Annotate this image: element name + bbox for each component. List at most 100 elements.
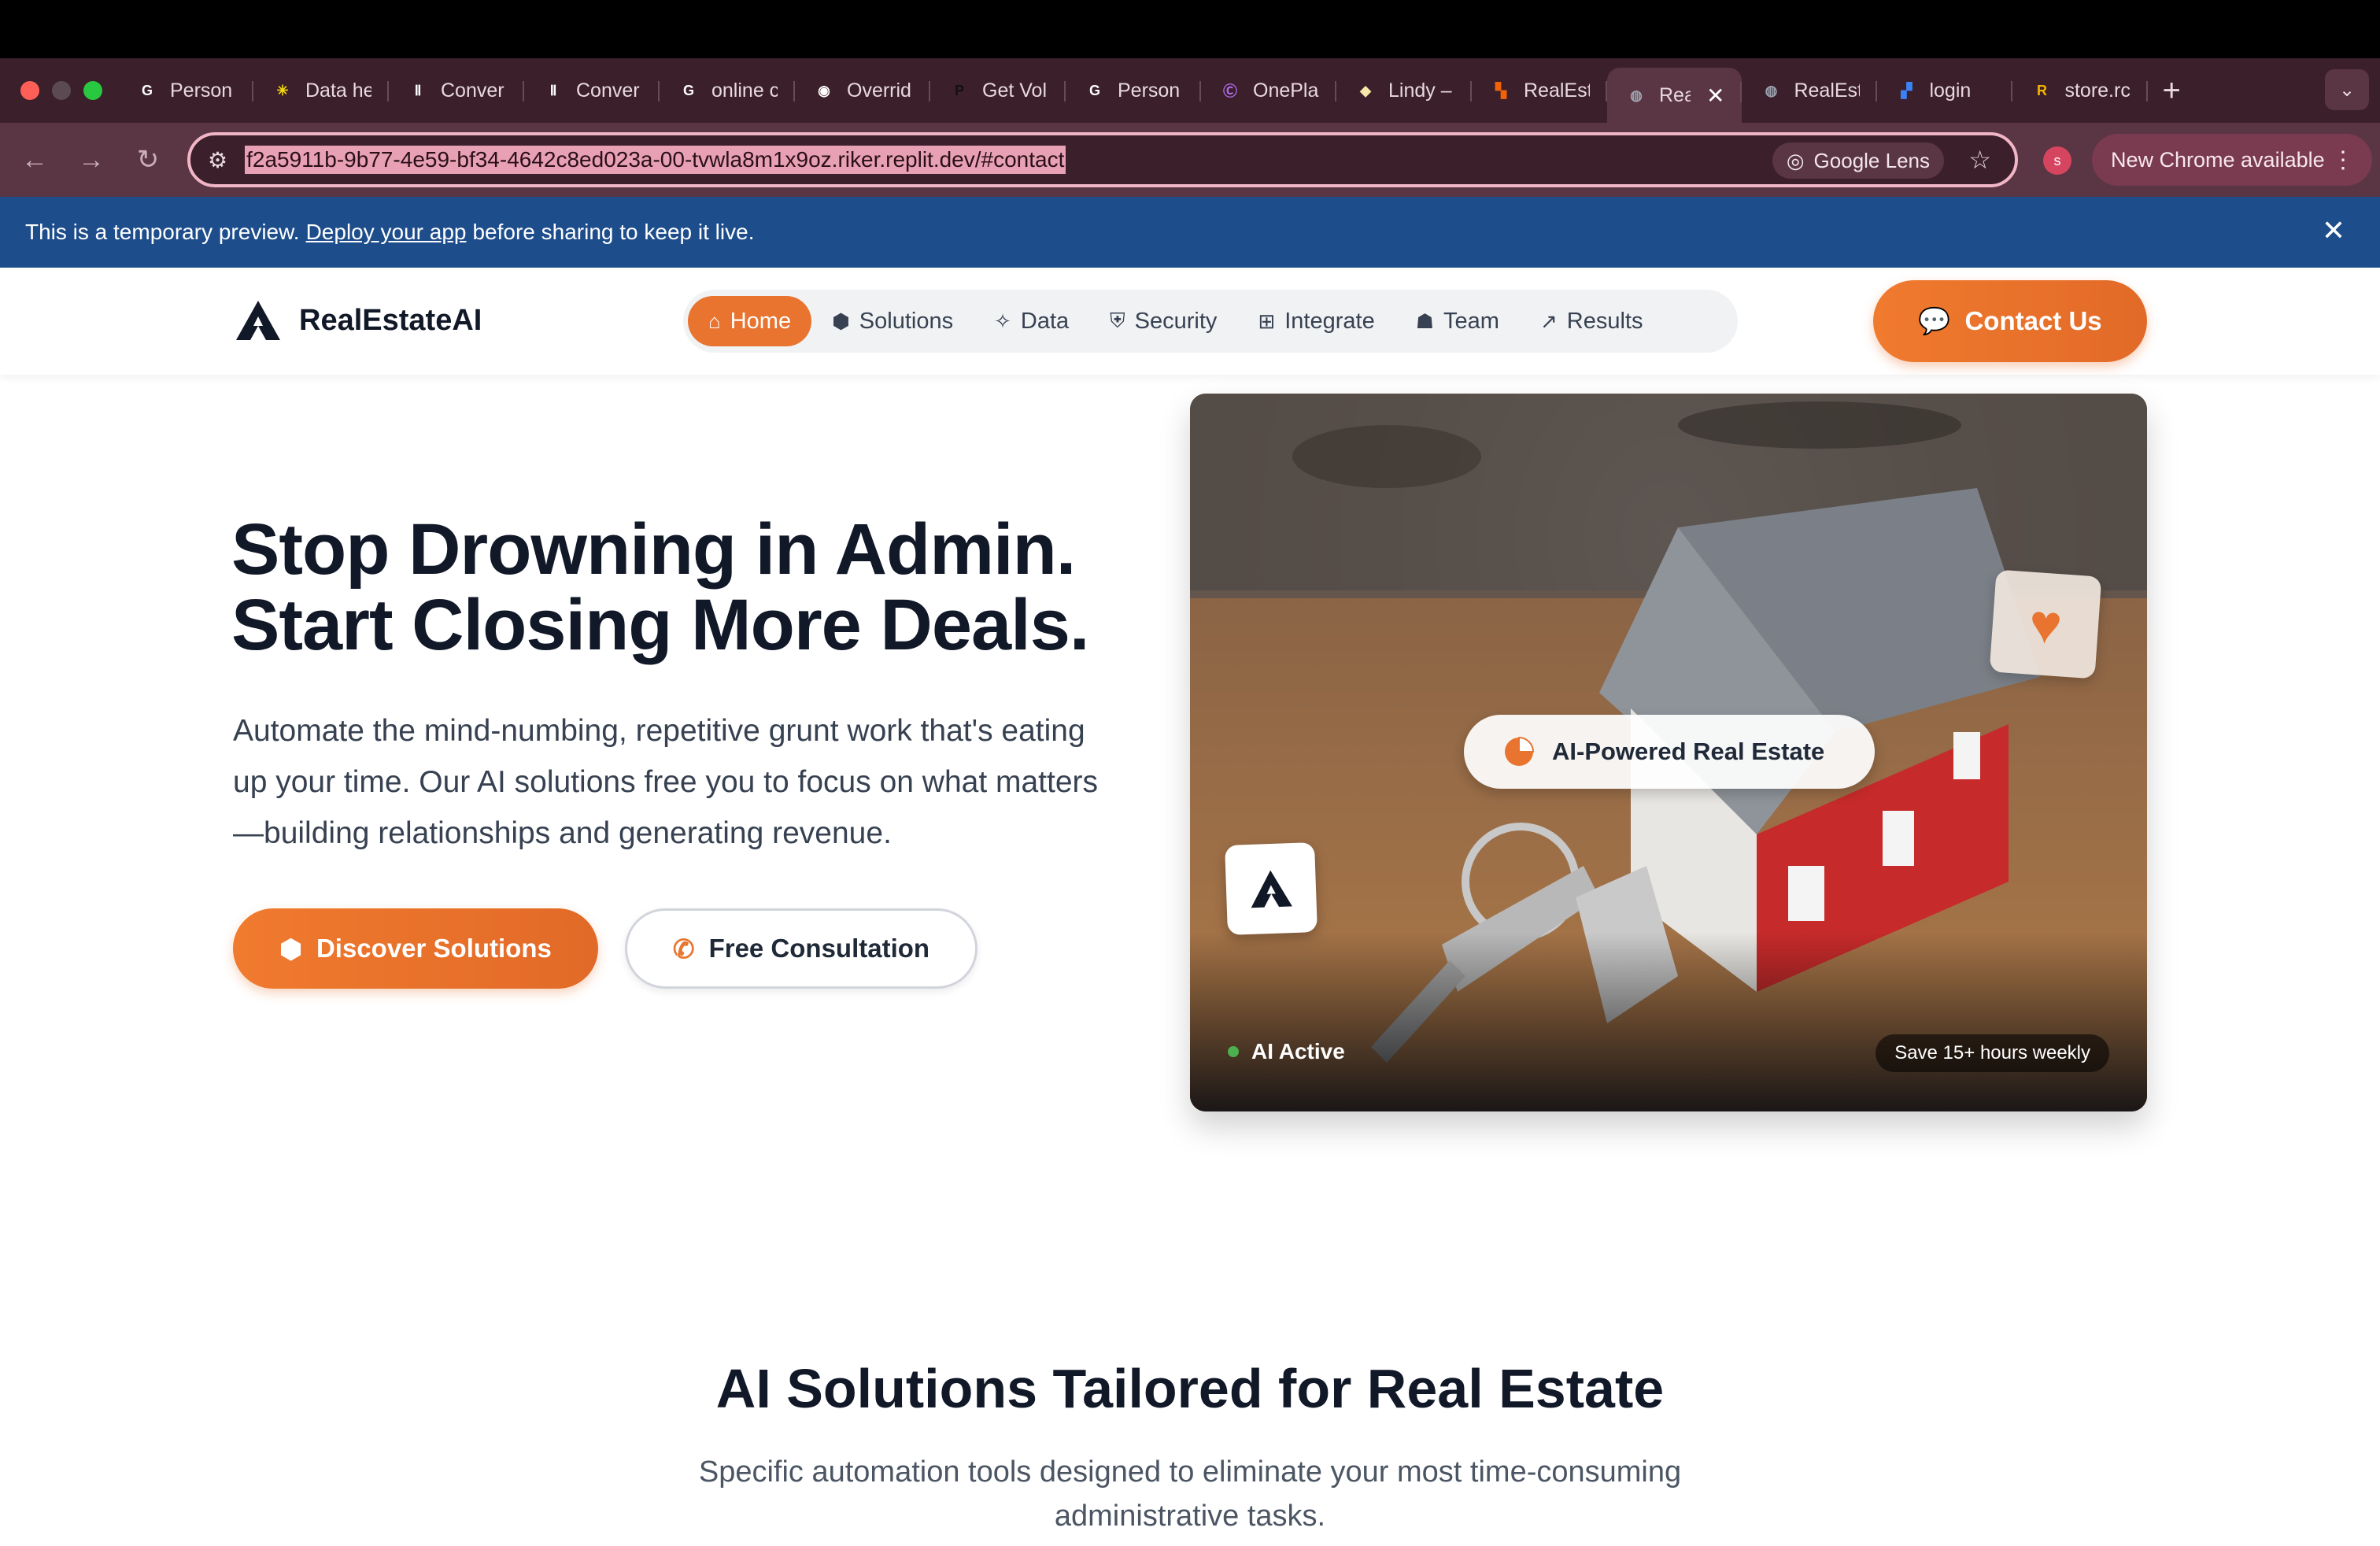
convert-icon: Ⅱ bbox=[414, 82, 422, 98]
banner-text-after: before sharing to keep it live. bbox=[472, 220, 755, 244]
browser-tab[interactable]: Ⅱ Conver bbox=[389, 67, 524, 114]
address-bar[interactable]: ⚙ f2a5911b-9b77-4e59-bf34-4642c8ed023a-0… bbox=[187, 132, 2018, 187]
pointer-icon: ✧ bbox=[994, 309, 1011, 333]
trend-icon: ↗ bbox=[1539, 309, 1558, 333]
nav-item-label: Home bbox=[730, 308, 792, 334]
nav-item-integrate[interactable]: ⊞ Integrate bbox=[1237, 296, 1395, 346]
browser-toolbar: ← → ↻ ⚙ f2a5911b-9b77-4e59-bf34-4642c8ed… bbox=[0, 123, 2380, 197]
browser-tab[interactable]: Ⅱ Conver bbox=[524, 67, 660, 114]
nav-item-security[interactable]: ⛨ Security bbox=[1089, 296, 1237, 346]
minimize-window-button[interactable] bbox=[52, 81, 71, 100]
google-lens-button[interactable]: ◎ Google Lens bbox=[1772, 142, 1944, 179]
nav-item-results[interactable]: ↗ Results bbox=[1520, 296, 1664, 346]
new-tab-icon[interactable]: + bbox=[2162, 73, 2180, 109]
ai-powered-pill: AI-Powered Real Estate bbox=[1464, 715, 1875, 789]
nav-item-label: Security bbox=[1134, 308, 1218, 334]
url-text[interactable]: f2a5911b-9b77-4e59-bf34-4642c8ed023a-00-… bbox=[245, 146, 1066, 174]
new-chrome-label: New Chrome available bbox=[2111, 147, 2325, 172]
pie-chart-icon bbox=[1505, 736, 1535, 766]
profile-avatar[interactable]: s bbox=[2043, 146, 2071, 175]
ai-active-label: AI Active bbox=[1251, 1039, 1345, 1063]
nav-item-label: Results bbox=[1566, 308, 1643, 334]
phone-icon: ✆ bbox=[672, 934, 695, 963]
nav-item-label: Data bbox=[1020, 308, 1070, 334]
window-controls bbox=[20, 81, 102, 100]
data-icon: ✳ bbox=[276, 82, 289, 98]
chat-icon: 💬 bbox=[1918, 305, 1951, 335]
logo-card bbox=[1225, 842, 1318, 935]
browser-tab[interactable]: ▚ RealEst bbox=[1472, 67, 1607, 114]
tab-label: Conver bbox=[441, 79, 504, 102]
more-menu-icon[interactable]: ⋮ bbox=[2331, 146, 2355, 174]
browser-tab[interactable]: P Get Vol bbox=[930, 67, 1066, 114]
browser-tab[interactable]: ◍ Rea ✕ bbox=[1607, 68, 1743, 123]
tab-search-button[interactable]: ⌄ bbox=[2325, 69, 2369, 110]
nav-item-data[interactable]: ✧ Data bbox=[974, 296, 1089, 346]
main-nav: ⌂ Home ⬢ Solutions ✧ Data ⛨ Security ⊞ Integrate ☗… bbox=[683, 290, 1738, 353]
store-icon: R bbox=[2036, 82, 2047, 98]
ai-active-status: AI Active bbox=[1228, 1039, 1345, 1064]
status-dot-icon bbox=[1228, 1046, 1239, 1057]
tab-label: Data he bbox=[305, 79, 371, 102]
nav-item-team[interactable]: ☗ Team bbox=[1395, 296, 1520, 346]
deploy-link[interactable]: Deploy your app bbox=[306, 220, 467, 245]
tab-strip: G Person ✳ Data he Ⅱ Conver Ⅱ Conver Gonline c ◉ O… bbox=[0, 58, 2380, 123]
browser-tab[interactable]: G Person bbox=[118, 67, 253, 114]
browser-tab[interactable]: ◉ Overrid bbox=[795, 67, 930, 114]
tab-label: Rea bbox=[1659, 83, 1691, 106]
lens-icon: ◎ bbox=[1786, 148, 1805, 172]
forward-icon[interactable]: → bbox=[63, 145, 120, 176]
site-settings-icon[interactable]: ⚙ bbox=[208, 147, 227, 173]
google-icon: G bbox=[1088, 82, 1100, 98]
banner-text: This is a temporary preview. bbox=[25, 220, 300, 244]
browser-tab[interactable]: ✳ Data he bbox=[253, 67, 389, 114]
nav-item-solutions[interactable]: ⬢ Solutions bbox=[811, 296, 974, 346]
section-subtitle: Specific automation tools designed to el… bbox=[698, 1455, 1682, 1533]
browser-tab[interactable]: ▞ login bbox=[1877, 67, 2013, 114]
tab-label: OnePla bbox=[1253, 79, 1319, 102]
home-icon: ⌂ bbox=[708, 309, 721, 333]
nav-item-label: Integrate bbox=[1284, 308, 1375, 334]
chip-icon: ⊞ bbox=[1258, 309, 1276, 333]
save-hours-badge: Save 15+ hours weekly bbox=[1876, 1034, 2109, 1072]
replit-icon: ▚ bbox=[1495, 82, 1506, 98]
tab-label: online c bbox=[711, 79, 778, 102]
back-icon[interactable]: ← bbox=[6, 145, 63, 176]
hero-image-card: ♥ AI-Powered Real Estate AI Active Save … bbox=[1190, 394, 2147, 1111]
logo-icon bbox=[1251, 870, 1292, 908]
browser-tab[interactable]: G Person bbox=[1066, 67, 1201, 114]
tab-label: Overrid bbox=[847, 79, 911, 102]
reload-icon[interactable]: ↻ bbox=[120, 144, 176, 176]
brand-name: RealEstateAI bbox=[299, 303, 482, 337]
tab-label: Person bbox=[1118, 79, 1181, 102]
contact-us-button[interactable]: 💬 Contact Us bbox=[1873, 280, 2147, 362]
tab-label: Conver bbox=[576, 79, 640, 102]
free-consultation-button[interactable]: ✆ Free Consultation bbox=[625, 908, 978, 989]
os-menubar bbox=[0, 0, 2380, 58]
nav-item-home[interactable]: ⌂ Home bbox=[688, 296, 812, 346]
nav-item-label: Solutions bbox=[859, 308, 954, 334]
bookmark-star-icon[interactable]: ☆ bbox=[1968, 145, 1991, 175]
tab-label: Lindy – bbox=[1388, 79, 1452, 102]
discover-solutions-button[interactable]: ⬢ Discover Solutions bbox=[233, 908, 598, 989]
preview-banner: This is a temporary preview. Deploy your… bbox=[0, 197, 2380, 268]
nav-item-label: Team bbox=[1443, 308, 1499, 334]
browser-tab[interactable]: Ⓒ OnePla bbox=[1201, 67, 1336, 114]
login-icon: ▞ bbox=[1901, 82, 1913, 98]
hero-description: Automate the mind-numbing, repetitive gr… bbox=[233, 714, 1099, 850]
globe-icon: ◍ bbox=[1630, 87, 1643, 103]
close-window-button[interactable] bbox=[20, 81, 39, 100]
google-icon: G bbox=[682, 82, 694, 98]
browser-tab[interactable]: Gonline c bbox=[660, 67, 795, 114]
browser-tab[interactable]: ◆ Lindy – bbox=[1336, 67, 1472, 114]
close-tab-icon[interactable]: ✕ bbox=[1706, 83, 1724, 109]
brand-logo[interactable]: RealEstateAI bbox=[235, 299, 482, 342]
close-icon[interactable]: ✕ bbox=[2322, 214, 2345, 247]
tab-label: Get Vol bbox=[982, 79, 1047, 102]
heart-icon: ♥ bbox=[2027, 592, 2064, 656]
browser-tab[interactable]: ◍ RealEst bbox=[1742, 67, 1878, 114]
browser-tab[interactable]: Rstore.rc bbox=[2012, 67, 2149, 114]
maximize-window-button[interactable] bbox=[83, 81, 102, 100]
hero-title-line-2: Start Closing More Deals. bbox=[231, 585, 1089, 665]
new-chrome-button[interactable]: New Chrome available ⋮ bbox=[2092, 134, 2372, 186]
